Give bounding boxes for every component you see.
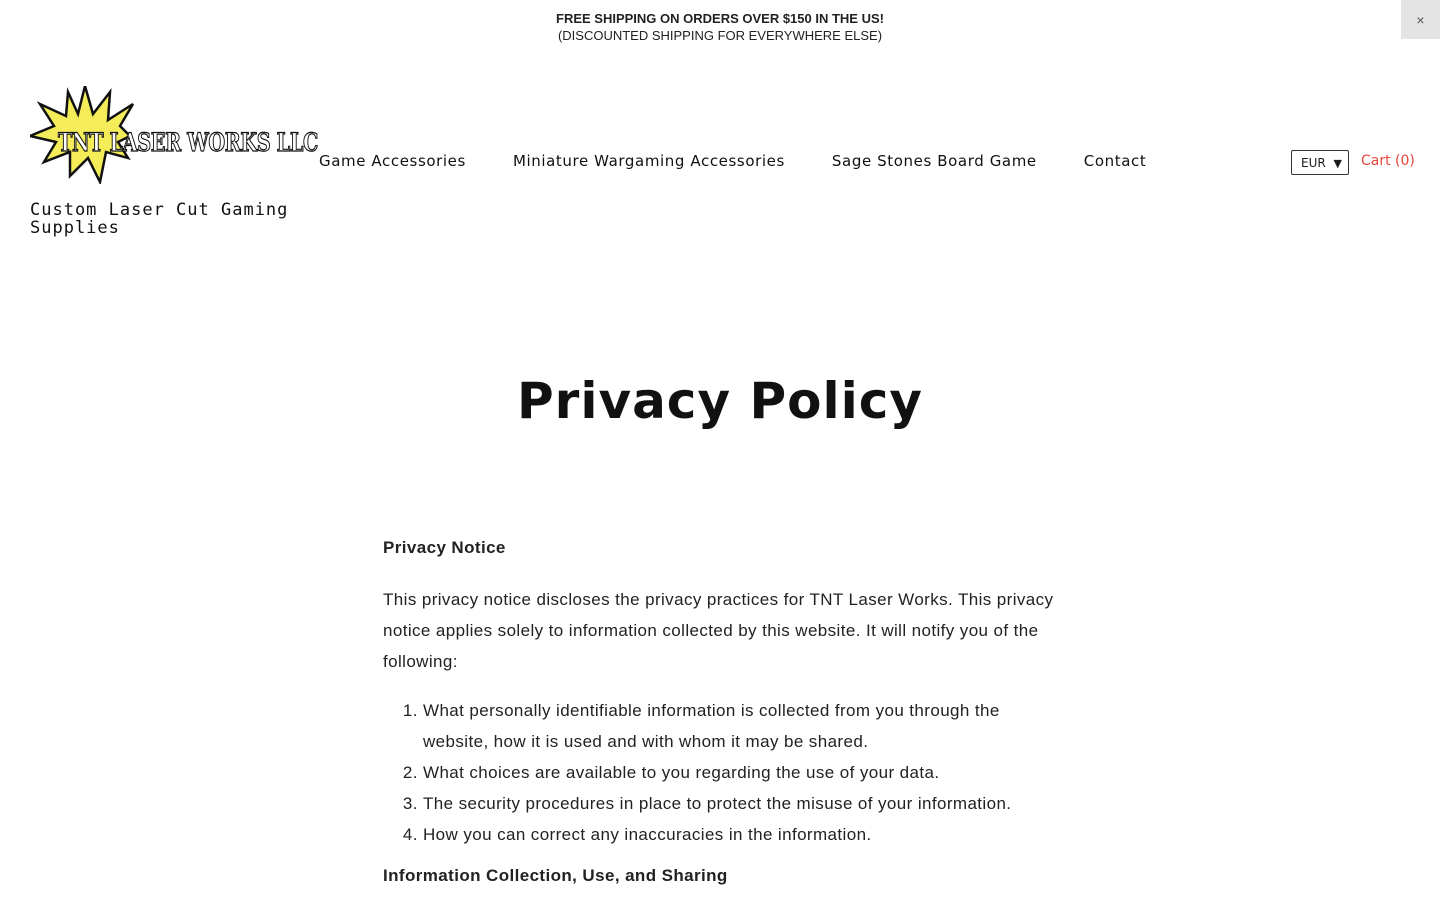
privacy-list: What personally identifiable information… <box>383 695 1063 850</box>
currency-value: EUR <box>1301 155 1326 170</box>
announcement-line-2: (DISCOUNTED SHIPPING FOR EVERYWHERE ELSE… <box>557 28 883 43</box>
currency-select[interactable]: EUR ▼ <box>1291 150 1349 175</box>
privacy-notice-heading: Privacy Notice <box>383 538 506 557</box>
nav-sage-stones-board-game[interactable]: Sage Stones Board Game <box>832 152 1037 170</box>
privacy-intro-paragraph: This privacy notice discloses the privac… <box>383 590 1054 671</box>
list-item: What choices are available to you regard… <box>423 757 1063 788</box>
list-item: How you can correct any inaccuracies in … <box>423 819 1063 850</box>
close-announcement-button[interactable]: × <box>1401 0 1440 39</box>
chevron-down-icon: ▼ <box>1333 157 1342 170</box>
announcement-line-1: FREE SHIPPING ON ORDERS OVER $150 IN THE… <box>556 11 884 26</box>
announcement-bar: FREE SHIPPING ON ORDERS OVER $150 IN THE… <box>0 10 1440 44</box>
cart-link[interactable]: Cart (0) <box>1361 153 1415 169</box>
nav-game-accessories[interactable]: Game Accessories <box>319 152 466 170</box>
nav-contact[interactable]: Contact <box>1084 152 1147 170</box>
close-icon: × <box>1416 11 1425 28</box>
list-item: The security procedures in place to prot… <box>423 788 1063 819</box>
logo-star-icon: TNT LASER WORKS LLC <box>25 81 319 186</box>
main-nav: Game Accessories Miniature Wargaming Acc… <box>319 152 1193 170</box>
page-title: Privacy Policy <box>517 372 923 430</box>
nav-miniature-wargaming-accessories[interactable]: Miniature Wargaming Accessories <box>513 152 785 170</box>
policy-content: Privacy Notice This privacy notice discl… <box>383 538 1063 912</box>
site-logo[interactable]: TNT LASER WORKS LLC <box>25 81 320 186</box>
list-item: What personally identifiable information… <box>423 695 1063 757</box>
info-collection-heading: Information Collection, Use, and Sharing <box>383 866 728 885</box>
logo-text: TNT LASER WORKS LLC <box>58 128 318 157</box>
site-tagline: Custom Laser Cut Gaming Supplies <box>30 200 289 238</box>
